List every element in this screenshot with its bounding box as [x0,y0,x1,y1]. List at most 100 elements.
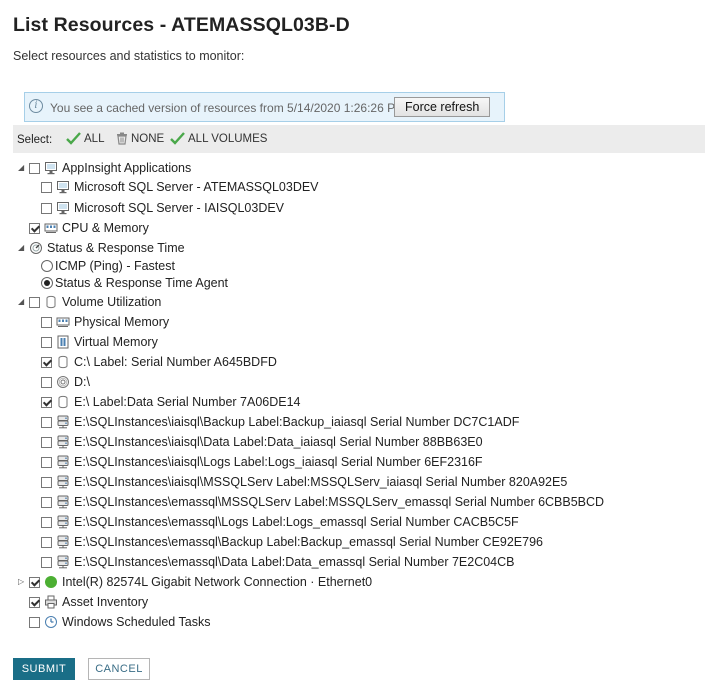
tree-row-label: D:\ [74,375,90,389]
tree-row[interactable]: E:\SQLInstances\emassql\Data Label:Data_… [41,553,515,571]
tree-row-label: Status & Response Time Agent [55,276,229,290]
collapse-toggle-icon[interactable]: ◢ [18,244,26,252]
monitor-icon [44,161,58,175]
tree-checkbox[interactable] [41,336,52,348]
network-drive-icon [56,415,70,429]
tree-row[interactable]: E:\SQLInstances\iaisql\Data Label:Data_i… [41,433,483,451]
tree-checkbox[interactable] [41,476,52,488]
tree-row[interactable]: ◢ Status & Response Time [18,239,185,257]
tree-radio[interactable] [41,260,53,272]
checkmark-icon [66,132,81,145]
tree-checkbox[interactable] [41,456,52,468]
tree-row-label: C:\ Label: Serial Number A645BDFD [74,355,277,369]
tree-row-label: Virtual Memory [74,335,158,349]
select-all-button[interactable]: ALL [66,132,104,145]
memory-icon [56,315,70,329]
tree-checkbox[interactable] [41,556,52,568]
tree-row-label: E:\SQLInstances\iaisql\Backup Label:Back… [74,415,520,429]
tree-checkbox[interactable] [41,516,52,528]
tree-row-label: Intel(R) 82574L Gigabit Network Connecti… [62,575,373,589]
tree-row[interactable]: Microsoft SQL Server - IAISQL03DEV [41,199,284,217]
info-icon: i [29,99,43,113]
tree-row-label: Asset Inventory [62,595,149,609]
network-drive-icon [56,555,70,569]
cached-message: You see a cached version of resources fr… [50,101,409,115]
submit-button[interactable]: SUBMIT [13,658,75,680]
network-drive-icon [56,475,70,489]
force-refresh-button[interactable]: Force refresh [394,97,491,117]
tree-checkbox[interactable] [41,416,52,428]
tree-radio[interactable] [41,277,53,289]
tree-row-label: E:\SQLInstances\emassql\MSSQLServ Label:… [74,495,605,509]
tree-row[interactable]: Status & Response Time Agent [41,274,228,292]
tree-checkbox[interactable] [29,162,40,174]
tree-row[interactable]: E:\SQLInstances\emassql\Logs Label:Logs_… [41,513,519,531]
tree-checkbox[interactable] [29,596,40,608]
collapse-toggle-icon[interactable]: ◢ [18,164,26,172]
tree-checkbox[interactable] [29,222,40,234]
tree-row[interactable]: Windows Scheduled Tasks [29,613,210,631]
trash-icon [117,132,127,145]
tree-row[interactable]: Microsoft SQL Server - ATEMASSQL03DEV [41,178,319,196]
memory-icon [44,221,58,235]
tree-row[interactable]: C:\ Label: Serial Number A645BDFD [41,353,277,371]
tree-row[interactable]: ICMP (Ping) - Fastest [41,257,175,275]
network-drive-icon [56,435,70,449]
network-drive-icon [56,535,70,549]
tree-checkbox[interactable] [41,316,52,328]
tree-row-label: ICMP (Ping) - Fastest [55,259,175,273]
tree-checkbox[interactable] [29,616,40,628]
network-drive-icon [56,515,70,529]
monitor-icon [56,201,70,215]
tree-row[interactable]: E:\SQLInstances\iaisql\Logs Label:Logs_i… [41,453,483,471]
select-all-volumes-button[interactable]: ALL VOLUMES [170,132,267,145]
cd-icon [56,375,70,389]
tree-row[interactable]: E:\SQLInstances\emassql\Backup Label:Bac… [41,533,543,551]
tree-row[interactable]: ▷ Intel(R) 82574L Gigabit Network Connect… [18,573,373,591]
tree-checkbox[interactable] [41,496,52,508]
tree-row[interactable]: D:\ [41,373,90,391]
tree-row[interactable]: ◢ AppInsight Applications [18,159,192,177]
tree-row[interactable]: E:\SQLInstances\iaisql\MSSQLServ Label:M… [41,473,567,491]
tree-row-label: Windows Scheduled Tasks [62,615,211,629]
tree-row[interactable]: CPU & Memory [29,219,149,237]
gauge-icon [29,241,43,255]
tree-checkbox[interactable] [41,436,52,448]
disk-icon [56,395,70,409]
status-up-icon [44,575,58,589]
tree-row-label: Physical Memory [74,315,170,329]
tree-checkbox[interactable] [41,202,52,214]
page-subtitle: Select resources and statistics to monit… [13,49,245,63]
tree-row-label: Microsoft SQL Server - ATEMASSQL03DEV [74,180,319,194]
clock-icon [44,615,58,629]
tree-checkbox[interactable] [41,376,52,388]
tree-checkbox[interactable] [41,396,52,408]
printer-icon [44,595,58,609]
collapse-toggle-icon[interactable]: ◢ [18,298,26,306]
tree-row-label: E:\SQLInstances\emassql\Backup Label:Bac… [74,535,544,549]
tree-checkbox[interactable] [41,536,52,548]
tree-row-label: Microsoft SQL Server - IAISQL03DEV [74,201,285,215]
tree-row-label: E:\SQLInstances\iaisql\Logs Label:Logs_i… [74,455,483,469]
tree-checkbox[interactable] [29,576,40,588]
tree-checkbox[interactable] [41,356,52,368]
expand-toggle-icon[interactable]: ▷ [18,578,26,586]
network-drive-icon [56,495,70,509]
tree-row[interactable]: Asset Inventory [29,593,148,611]
virtual-memory-icon [56,335,70,349]
tree-row[interactable]: E:\ Label:Data Serial Number 7A06DE14 [41,393,301,411]
tree-row[interactable]: ◢ Volume Utilization [18,293,161,311]
tree-row-label: AppInsight Applications [62,161,192,175]
tree-checkbox[interactable] [41,181,52,193]
tree-row-label: E:\SQLInstances\iaisql\Data Label:Data_i… [74,435,483,449]
tree-checkbox[interactable] [29,296,40,308]
select-all-label: ALL [84,132,105,145]
tree-row[interactable]: Virtual Memory [41,333,158,351]
tree-row-label: Status & Response Time [47,241,185,255]
tree-row[interactable]: E:\SQLInstances\emassql\MSSQLServ Label:… [41,493,604,511]
select-none-button[interactable]: NONE [116,132,164,145]
tree-row[interactable]: Physical Memory [41,313,169,331]
tree-row[interactable]: E:\SQLInstances\iaisql\Backup Label:Back… [41,413,519,431]
checkmark-icon [170,132,185,145]
cancel-button[interactable]: CANCEL [88,658,150,680]
